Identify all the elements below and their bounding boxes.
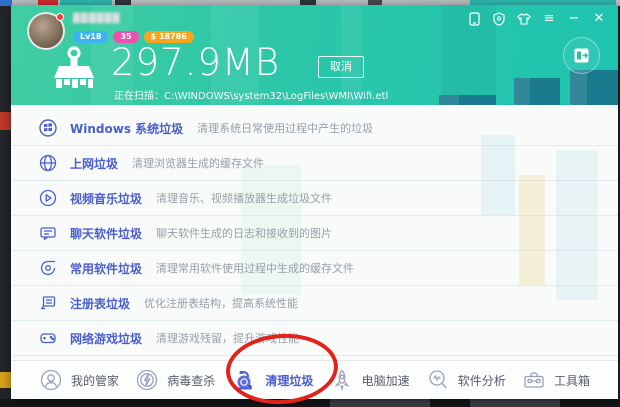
nav-label: 电脑加速 — [361, 373, 410, 388]
category-row-chat[interactable]: 聊天软件垃圾 聊天软件生成的日志和接收到的图片 — [11, 216, 618, 251]
phone-icon[interactable] — [467, 12, 481, 26]
virus-scan-icon — [137, 369, 158, 391]
skin-tshirt-icon[interactable] — [517, 12, 531, 26]
nav-label: 工具箱 — [553, 373, 590, 388]
nav-antivirus[interactable]: 病毒查杀 — [135, 368, 215, 392]
category-title: 网络游戏垃圾 — [70, 331, 143, 346]
menu-icon[interactable]: ≡ — [542, 12, 556, 26]
category-row-games[interactable]: 网络游戏垃圾 清理游戏残留，提升游戏性能 — [11, 321, 618, 356]
desktop-app-fragment — [470, 399, 560, 407]
windows-icon — [39, 119, 57, 137]
category-desc: 清理浏览器生成的缓存文件 — [132, 157, 265, 170]
category-desc: 优化注册表结构，提高系统性能 — [144, 297, 299, 310]
mini-mode-button[interactable] — [563, 37, 600, 74]
scan-status: 正在扫描：C:\WINDOWS\system32\LogFiles\WMI\Wi… — [114, 87, 388, 102]
registry-icon — [39, 294, 57, 312]
toolbox-icon — [524, 372, 544, 388]
broom-icon — [47, 45, 101, 101]
desktop-background-bottom — [0, 399, 620, 407]
shield-icon[interactable] — [492, 12, 506, 26]
play-icon — [39, 189, 57, 207]
category-desc: 清理系统日常使用过程中产生的垃圾 — [197, 122, 374, 135]
desktop-background-left — [0, 6, 11, 400]
nav-speedup[interactable]: 电脑加速 — [330, 368, 410, 392]
header-skyline-bar — [439, 95, 496, 105]
nav-label: 清理垃圾 — [265, 373, 314, 388]
disc-icon — [39, 259, 57, 277]
app-window: ██████ Lv18 35 $ 18786 ≡ − ✕ 297.9MB 正在扫… — [11, 5, 618, 399]
chat-icon — [39, 224, 57, 242]
category-row-media[interactable]: 视频音乐垃圾 清理音乐、视频播放器生成垃圾文件 — [11, 181, 618, 216]
desktop-app-fragment — [330, 399, 430, 407]
desktop-app-fragment — [0, 372, 11, 388]
analysis-magnifier-icon — [429, 370, 447, 389]
rocket-icon — [334, 369, 349, 392]
close-icon[interactable]: ✕ — [592, 12, 606, 26]
titlebar-icons: ≡ − ✕ — [467, 12, 606, 26]
category-title: 聊天软件垃圾 — [70, 226, 143, 241]
desktop-app-fragment — [0, 112, 11, 130]
junk-category-list: Windows 系统垃圾 清理系统日常使用过程中产生的垃圾 上网垃圾 清理浏览器… — [11, 105, 618, 360]
category-row-software[interactable]: 常用软件垃圾 清理常用软件使用过程中生成的缓存文件 — [11, 251, 618, 286]
nav-label: 软件分析 — [457, 373, 506, 388]
vacuum-icon — [236, 371, 253, 390]
category-title: 常用软件垃圾 — [70, 261, 143, 276]
category-title: 视频音乐垃圾 — [70, 191, 143, 206]
nav-label: 病毒查杀 — [167, 373, 216, 388]
nav-software-analysis[interactable]: 软件分析 — [426, 368, 506, 392]
category-desc: 清理常用软件使用过程中生成的缓存文件 — [156, 262, 355, 275]
minimize-icon[interactable]: − — [567, 12, 581, 26]
category-desc: 清理音乐、视频播放器生成垃圾文件 — [156, 192, 333, 205]
butler-icon — [40, 369, 62, 391]
category-desc: 清理游戏残留，提升游戏性能 — [156, 332, 300, 345]
header-skyline-bar — [570, 70, 618, 105]
notification-dot — [56, 13, 64, 21]
nav-toolbox[interactable]: 工具箱 — [522, 368, 590, 392]
nav-clean-junk[interactable]: 清理垃圾 — [231, 368, 313, 392]
exit-panel-icon — [574, 48, 589, 63]
scan-header: ██████ Lv18 35 $ 18786 ≡ − ✕ 297.9MB 正在扫… — [11, 5, 618, 105]
category-title: Windows 系统垃圾 — [70, 121, 184, 136]
cancel-button[interactable]: 取消 — [318, 56, 364, 78]
category-row-windows[interactable]: Windows 系统垃圾 清理系统日常使用过程中产生的垃圾 — [11, 111, 618, 146]
category-desc: 聊天软件生成的日志和接收到的图片 — [156, 227, 333, 240]
scan-status-path: C:\WINDOWS\system32\LogFiles\WMI\Wifi.et… — [164, 91, 389, 102]
username: ██████ — [73, 14, 121, 24]
screenshot-root: ██████ Lv18 35 $ 18786 ≡ − ✕ 297.9MB 正在扫… — [0, 0, 620, 407]
scan-status-label: 正在扫描： — [114, 91, 164, 102]
bottom-nav: 我的管家 病毒查杀 清理垃圾 电脑加速 软件分析 工具箱 — [11, 360, 618, 399]
level-badge: Lv18 — [73, 31, 109, 43]
nav-label: 我的管家 — [71, 373, 120, 388]
gamepad-icon — [39, 329, 57, 347]
header-skyline-bar — [514, 78, 560, 105]
category-row-registry[interactable]: 注册表垃圾 优化注册表结构，提高系统性能 — [11, 286, 618, 321]
globe-icon — [39, 154, 57, 172]
category-row-web[interactable]: 上网垃圾 清理浏览器生成的缓存文件 — [11, 146, 618, 181]
nav-my-manager[interactable]: 我的管家 — [39, 368, 119, 392]
category-title: 上网垃圾 — [70, 156, 119, 171]
scanned-size: 297.9MB — [111, 41, 281, 84]
category-title: 注册表垃圾 — [70, 296, 131, 311]
